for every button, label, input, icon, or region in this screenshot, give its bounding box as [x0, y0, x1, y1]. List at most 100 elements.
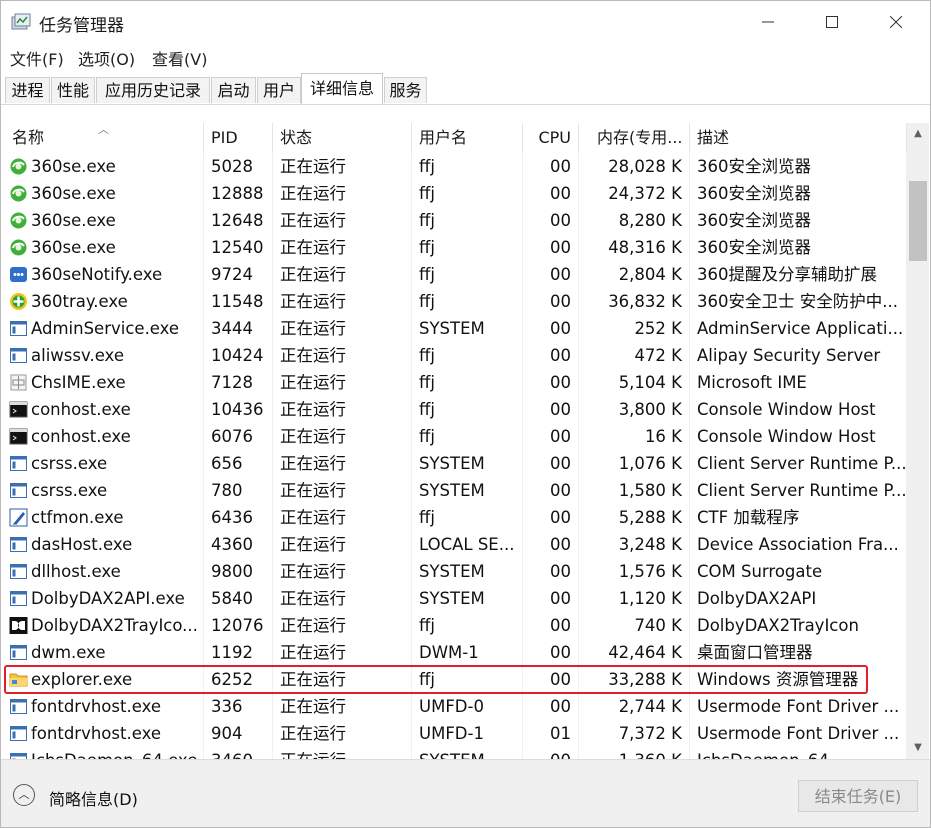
name-cell: 360se.exe	[2, 207, 204, 234]
minimize-button[interactable]	[745, 1, 791, 43]
vertical-scrollbar[interactable]: ▲ ▼	[907, 123, 929, 759]
cpu-cell: 00	[523, 693, 579, 720]
column-header-status[interactable]: 状态	[273, 123, 412, 153]
column-header-memory[interactable]: 内存(专用...	[579, 123, 690, 153]
description-cell: Client Server Runtime P...	[690, 477, 907, 504]
table-row[interactable]: 360se.exe 12888 正在运行 ffj 00 24,372 K 360安全浏览器	[2, 180, 907, 207]
user-cell: ffj	[412, 423, 523, 450]
tab-performance[interactable]: 性能	[51, 77, 95, 103]
app-window-icon	[9, 346, 28, 365]
description-cell: Console Window Host	[690, 423, 907, 450]
name-cell: AdminService.exe	[2, 315, 204, 342]
table-row[interactable]: AdminService.exe 3444 正在运行 SYSTEM 00 252 K Adm…	[2, 315, 907, 342]
column-header-pid[interactable]: PID	[204, 123, 273, 153]
table-row[interactable]: DolbyDAX2TrayIco... 12076 正在运行 ffj 00 740 K Do…	[2, 612, 907, 639]
table-row[interactable]: conhost.exe 6076 正在运行 ffj 00 16 K Console Wind…	[2, 423, 907, 450]
process-name: 360se.exe	[31, 157, 116, 176]
user-cell: ffj	[412, 369, 523, 396]
pid-cell: 11548	[204, 288, 273, 315]
pid-cell: 4360	[204, 531, 273, 558]
table-row[interactable]: 360se.exe 12648 正在运行 ffj 00 8,280 K 360安全浏览器	[2, 207, 907, 234]
process-name: aliwssv.exe	[31, 346, 124, 365]
close-button[interactable]	[873, 1, 919, 43]
user-cell: ffj	[412, 180, 523, 207]
user-cell: ffj	[412, 396, 523, 423]
pid-cell: 12648	[204, 207, 273, 234]
process-name: 360se.exe	[31, 238, 116, 257]
name-cell: 360se.exe	[2, 234, 204, 261]
task-manager-window: 任务管理器 文件(F) 选项(O) 查看(V) 进程 性能 应用历史记录 启动 …	[0, 0, 931, 828]
user-cell: ffj	[412, 207, 523, 234]
process-name: ctfmon.exe	[31, 508, 124, 527]
app-window-icon	[9, 319, 28, 338]
cpu-cell: 00	[523, 558, 579, 585]
column-header-user[interactable]: 用户名	[412, 123, 523, 153]
column-header-name[interactable]: 名称 ︿	[2, 123, 204, 153]
table-row[interactable]: ChsIME.exe 7128 正在运行 ffj 00 5,104 K Microsoft …	[2, 369, 907, 396]
cpu-cell: 00	[523, 504, 579, 531]
tab-details[interactable]: 详细信息	[301, 73, 383, 104]
status-cell: 正在运行	[273, 693, 412, 720]
scroll-up-arrow-icon[interactable]: ▲	[907, 123, 929, 145]
brief-info-link[interactable]: 简略信息(D)	[49, 786, 138, 810]
table-row[interactable]: conhost.exe 10436 正在运行 ffj 00 3,800 K Console …	[2, 396, 907, 423]
name-cell: 360se.exe	[2, 153, 204, 180]
status-cell: 正在运行	[273, 747, 412, 759]
collapse-up-icon[interactable]: ︿	[13, 784, 35, 806]
cpu-cell: 00	[523, 585, 579, 612]
status-cell: 正在运行	[273, 207, 412, 234]
name-cell: 360se.exe	[2, 180, 204, 207]
pid-cell: 12888	[204, 180, 273, 207]
tab-app-history[interactable]: 应用历史记录	[96, 77, 210, 103]
name-cell: ctfmon.exe	[2, 504, 204, 531]
pid-cell: 9800	[204, 558, 273, 585]
status-cell: 正在运行	[273, 369, 412, 396]
table-row[interactable]: 360se.exe 12540 正在运行 ffj 00 48,316 K 360安全浏览器	[2, 234, 907, 261]
memory-cell: 2,804 K	[579, 261, 690, 288]
menu-view[interactable]: 查看(V)	[152, 46, 207, 70]
table-row[interactable]: fontdrvhost.exe 904 正在运行 UMFD-1 01 7,372 K Use…	[2, 720, 907, 747]
scrollbar-thumb[interactable]	[909, 181, 927, 261]
name-cell: fontdrvhost.exe	[2, 693, 204, 720]
table-row[interactable]: dllhost.exe 9800 正在运行 SYSTEM 00 1,576 K COM Su…	[2, 558, 907, 585]
end-task-button[interactable]: 结束任务(E)	[798, 780, 918, 812]
table-row[interactable]: ctfmon.exe 6436 正在运行 ffj 00 5,288 K CTF 加载程序	[2, 504, 907, 531]
cpu-cell: 00	[523, 612, 579, 639]
table-row[interactable]: 360seNotify.exe 9724 正在运行 ffj 00 2,804 K 360提醒…	[2, 261, 907, 288]
tab-startup[interactable]: 启动	[211, 77, 256, 103]
maximize-button[interactable]	[809, 1, 855, 43]
user-cell: ffj	[412, 153, 523, 180]
memory-cell: 24,372 K	[579, 180, 690, 207]
table-row[interactable]: 360tray.exe 11548 正在运行 ffj 00 36,832 K 360安全卫士…	[2, 288, 907, 315]
memory-cell: 48,316 K	[579, 234, 690, 261]
table-row[interactable]: dwm.exe 1192 正在运行 DWM-1 00 42,464 K 桌面窗口管理器	[2, 639, 907, 666]
tab-services[interactable]: 服务	[384, 77, 427, 103]
process-name: ChsIME.exe	[31, 373, 126, 392]
pid-cell: 5028	[204, 153, 273, 180]
table-row[interactable]: csrss.exe 780 正在运行 SYSTEM 00 1,580 K Client Se…	[2, 477, 907, 504]
table-row[interactable]: csrss.exe 656 正在运行 SYSTEM 00 1,076 K Client Se…	[2, 450, 907, 477]
tab-processes[interactable]: 进程	[5, 77, 50, 103]
memory-cell: 1,576 K	[579, 558, 690, 585]
table-row[interactable]: DolbyDAX2API.exe 5840 正在运行 SYSTEM 00 1,120 KD…	[2, 585, 907, 612]
table-row[interactable]: IchsDaemon_64.exe 3460正在运行SYSTEM001,360 K…	[2, 747, 907, 759]
table-row[interactable]: dasHost.exe 4360 正在运行 LOCAL SE... 00 3,248 KD…	[2, 531, 907, 558]
highlight-box	[4, 665, 868, 694]
name-cell: conhost.exe	[2, 396, 204, 423]
menu-file[interactable]: 文件(F)	[10, 46, 64, 70]
column-header-description[interactable]: 描述	[690, 123, 907, 153]
name-cell: aliwssv.exe	[2, 342, 204, 369]
tab-users[interactable]: 用户	[257, 77, 301, 103]
table-row[interactable]: fontdrvhost.exe 336 正在运行 UMFD-0 00 2,744 K Use…	[2, 693, 907, 720]
status-cell: 正在运行	[273, 450, 412, 477]
description-cell: 桌面窗口管理器	[690, 639, 907, 666]
menu-options[interactable]: 选项(O)	[78, 46, 135, 70]
table-row[interactable]: 360se.exe 5028 正在运行 ffj 00 28,028 K 360安全浏览器	[2, 153, 907, 180]
table-row[interactable]: aliwssv.exe 10424 正在运行 ffj 00 472 K Alipay Sec…	[2, 342, 907, 369]
column-header-cpu[interactable]: CPU	[523, 123, 579, 153]
status-cell: 正在运行	[273, 531, 412, 558]
scroll-down-arrow-icon[interactable]: ▼	[907, 737, 929, 759]
maximize-icon	[826, 16, 838, 28]
tab-bar: 进程 性能 应用历史记录 启动 用户 详细信息 服务	[1, 71, 930, 105]
status-cell: 正在运行	[273, 396, 412, 423]
